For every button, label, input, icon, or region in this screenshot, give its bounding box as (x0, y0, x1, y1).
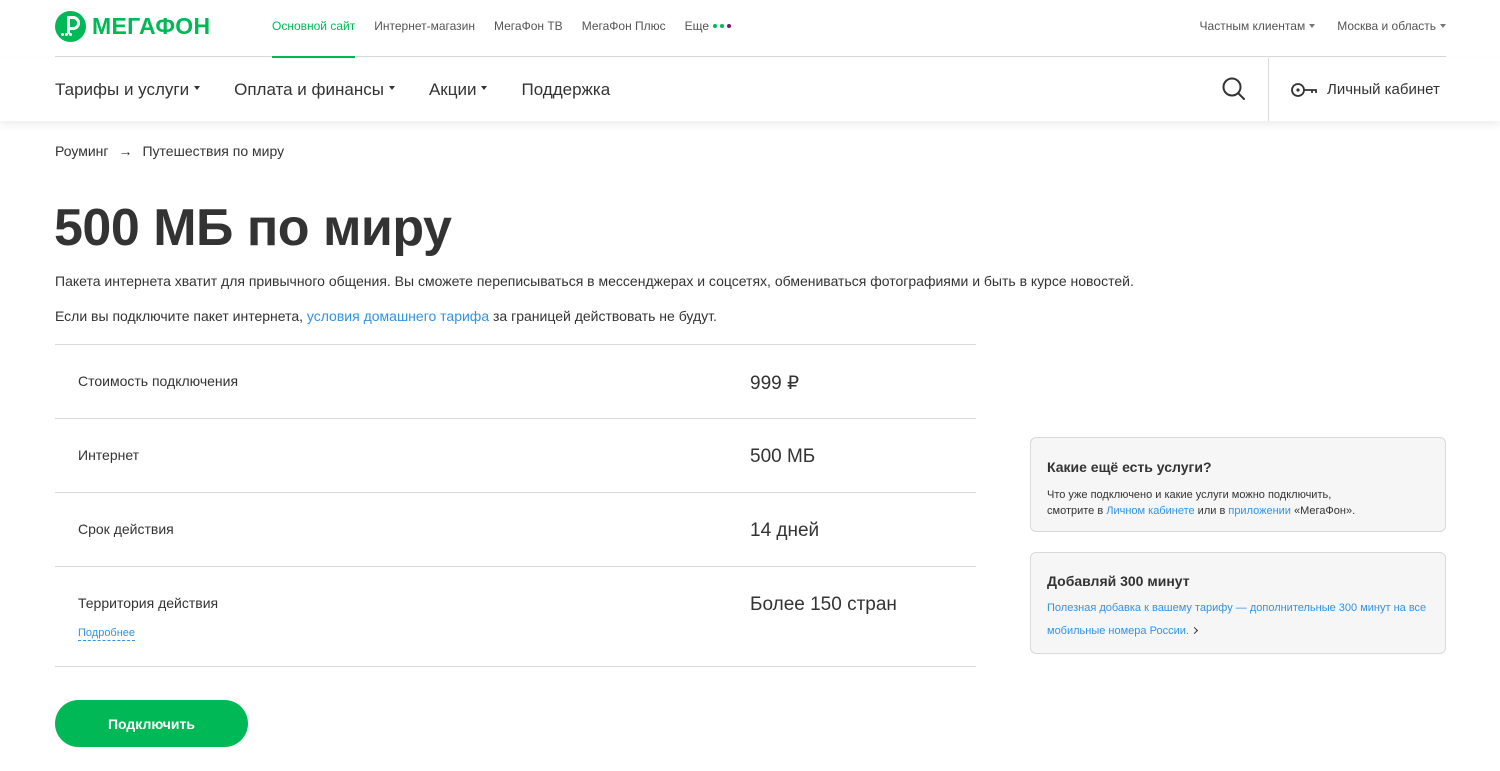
topnav-megafon-tv[interactable]: МегаФон ТВ (494, 0, 563, 57)
logo-text: МЕГАФОН (92, 12, 211, 39)
topnav-more[interactable]: Еще (684, 0, 732, 57)
card-text-line: или в (1194, 505, 1229, 517)
chevron-down-icon (1440, 23, 1446, 28)
personal-cabinet-inline-link[interactable]: Личном кабинете (1106, 505, 1194, 517)
key-icon (1291, 82, 1317, 97)
param-label: Срок действия (78, 521, 174, 537)
add-minutes-link[interactable]: Полезная добавка к вашему тарифу — допол… (1047, 597, 1437, 643)
chevron-down-icon (481, 86, 488, 91)
param-label: Интернет (78, 447, 140, 463)
chevron-down-icon (1309, 23, 1316, 28)
breadcrumb-roaming[interactable]: Роуминг (55, 143, 108, 159)
other-services-card: Какие ещё есть услуги? Что уже подключен… (1030, 437, 1446, 532)
nav-label: Акции (428, 79, 477, 99)
main-nav: Тарифы и услуги Оплата и финансы Акции П… (0, 58, 1500, 121)
card-title: Добавляй 300 минут (1047, 573, 1190, 589)
nav-divider (1268, 58, 1269, 121)
param-value: 999 ₽ (750, 373, 800, 394)
param-label: Стоимость подключения (78, 373, 239, 389)
table-row: Срок действия 14 дней (55, 492, 976, 566)
top-bar: МЕГАФОН Основной сайт Интернет-магазин М… (55, 0, 1446, 58)
chevron-right-icon (1190, 626, 1198, 635)
param-label: Территория действия (78, 595, 219, 611)
table-row: Интернет 500 МБ (55, 418, 976, 492)
client-type-select[interactable]: Частным клиентам (1200, 19, 1316, 33)
chevron-down-icon (388, 86, 395, 91)
search-button[interactable] (1220, 75, 1248, 103)
card-title: Какие ещё есть услуги? (1047, 459, 1212, 475)
card-text-line: Что уже подключено и какие услуги можно … (1047, 489, 1332, 501)
region-select[interactable]: Москва и область (1337, 19, 1446, 33)
card-text-line: «МегаФон». (1290, 505, 1356, 517)
topnav-online-store[interactable]: Интернет-магазин (374, 0, 475, 57)
nav-label: Оплата и финансы (234, 79, 384, 99)
nav-tariffs-services[interactable]: Тарифы и услуги (55, 79, 201, 100)
cabinet-label: Личный кабинет (1327, 81, 1440, 98)
client-type-label: Частным клиентам (1199, 19, 1306, 33)
nav-promotions[interactable]: Акции (429, 80, 488, 100)
note-text-before: Если вы подключите пакет интернета, (55, 308, 307, 324)
package-params-table: Стоимость подключения 999 ₽ Интернет 500… (55, 344, 976, 667)
megafon-logo[interactable]: МЕГАФОН (55, 10, 210, 42)
topnav-more-label: Еще (684, 19, 710, 33)
breadcrumb-travel-world[interactable]: Путешествия по миру (142, 143, 284, 159)
card-link-text: Полезная добавка к вашему тарифу — допол… (1047, 602, 1427, 637)
note-text-after: за границей действовать не будут. (489, 308, 717, 324)
add-300-minutes-card[interactable]: Добавляй 300 минут Полезная добавка к ва… (1030, 552, 1446, 654)
table-row: Стоимость подключения 999 ₽ (55, 344, 976, 418)
search-icon (1222, 77, 1245, 100)
chevron-down-icon (194, 86, 201, 91)
topnav-megafon-plus[interactable]: МегаФон Плюс (582, 0, 666, 57)
region-label: Москва и область (1337, 19, 1436, 33)
param-value: 14 дней (750, 520, 820, 541)
param-value: Более 150 стран (750, 594, 897, 615)
app-inline-link[interactable]: приложении (1228, 505, 1291, 517)
connect-button[interactable]: Подключить (55, 700, 248, 747)
breadcrumb: Роуминг → Путешествия по миру (55, 143, 284, 159)
home-tariff-terms-link[interactable]: условия домашнего тарифа (307, 308, 489, 324)
megafon-logo-icon (55, 10, 86, 42)
page-title: 500 МБ по миру (54, 199, 452, 257)
page-lead: Пакета интернета хватит для привычного о… (55, 273, 1134, 289)
personal-cabinet-link[interactable]: Личный кабинет (1290, 58, 1440, 121)
table-row: Территория действия Более 150 стран Подр… (55, 566, 976, 667)
nav-label: Тарифы и услуги (55, 79, 190, 99)
nav-payment-finance[interactable]: Оплата и финансы (234, 80, 395, 100)
param-value: 500 МБ (750, 446, 816, 467)
more-dots-icon (713, 23, 732, 28)
page-note: Если вы подключите пакет интернета, усло… (55, 308, 717, 324)
breadcrumb-separator: → (118, 143, 133, 159)
topnav-main-site[interactable]: Основной сайт (272, 0, 356, 58)
card-text-line: смотрите в (1047, 505, 1107, 517)
top-right-selectors: Частным клиентам Москва и область (1178, 0, 1446, 52)
top-nav: Основной сайт Интернет-магазин МегаФон Т… (272, 0, 750, 58)
territory-details-link[interactable]: Подробнее (78, 627, 136, 641)
card-text: Что уже подключено и какие услуги можно … (1047, 487, 1437, 519)
nav-support[interactable]: Поддержка (521, 80, 610, 100)
